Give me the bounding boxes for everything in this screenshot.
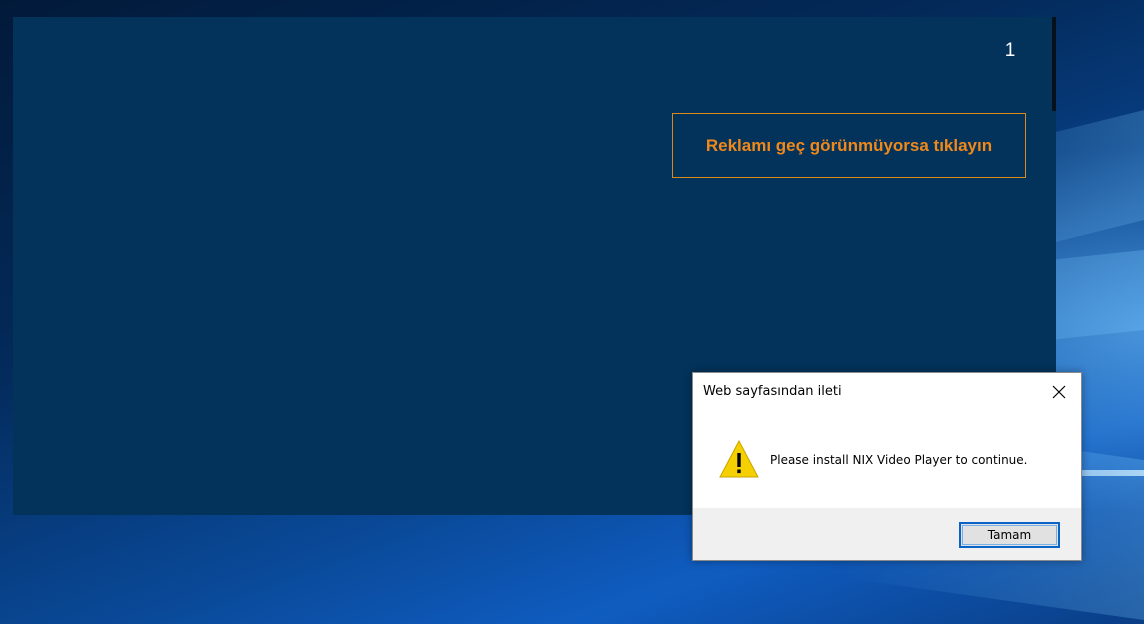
close-icon[interactable] (1045, 379, 1073, 405)
scrollbar-edge (1052, 17, 1056, 111)
ok-button[interactable]: Tamam (959, 522, 1060, 548)
skip-ad-button[interactable]: Reklamı geç görünmüyorsa tıklayın (672, 113, 1026, 178)
dialog-title: Web sayfasından ileti (703, 384, 842, 399)
dialog-footer: Tamam (693, 508, 1081, 560)
alert-dialog: Web sayfasından ileti Please install NIX… (692, 372, 1082, 561)
warning-icon (718, 439, 760, 481)
ok-button-label: Tamam (987, 528, 1032, 542)
dialog-message: Please install NIX Video Player to conti… (770, 453, 1028, 467)
ad-countdown-counter: 1 (1004, 40, 1016, 61)
dialog-body: Please install NIX Video Player to conti… (693, 409, 1081, 508)
